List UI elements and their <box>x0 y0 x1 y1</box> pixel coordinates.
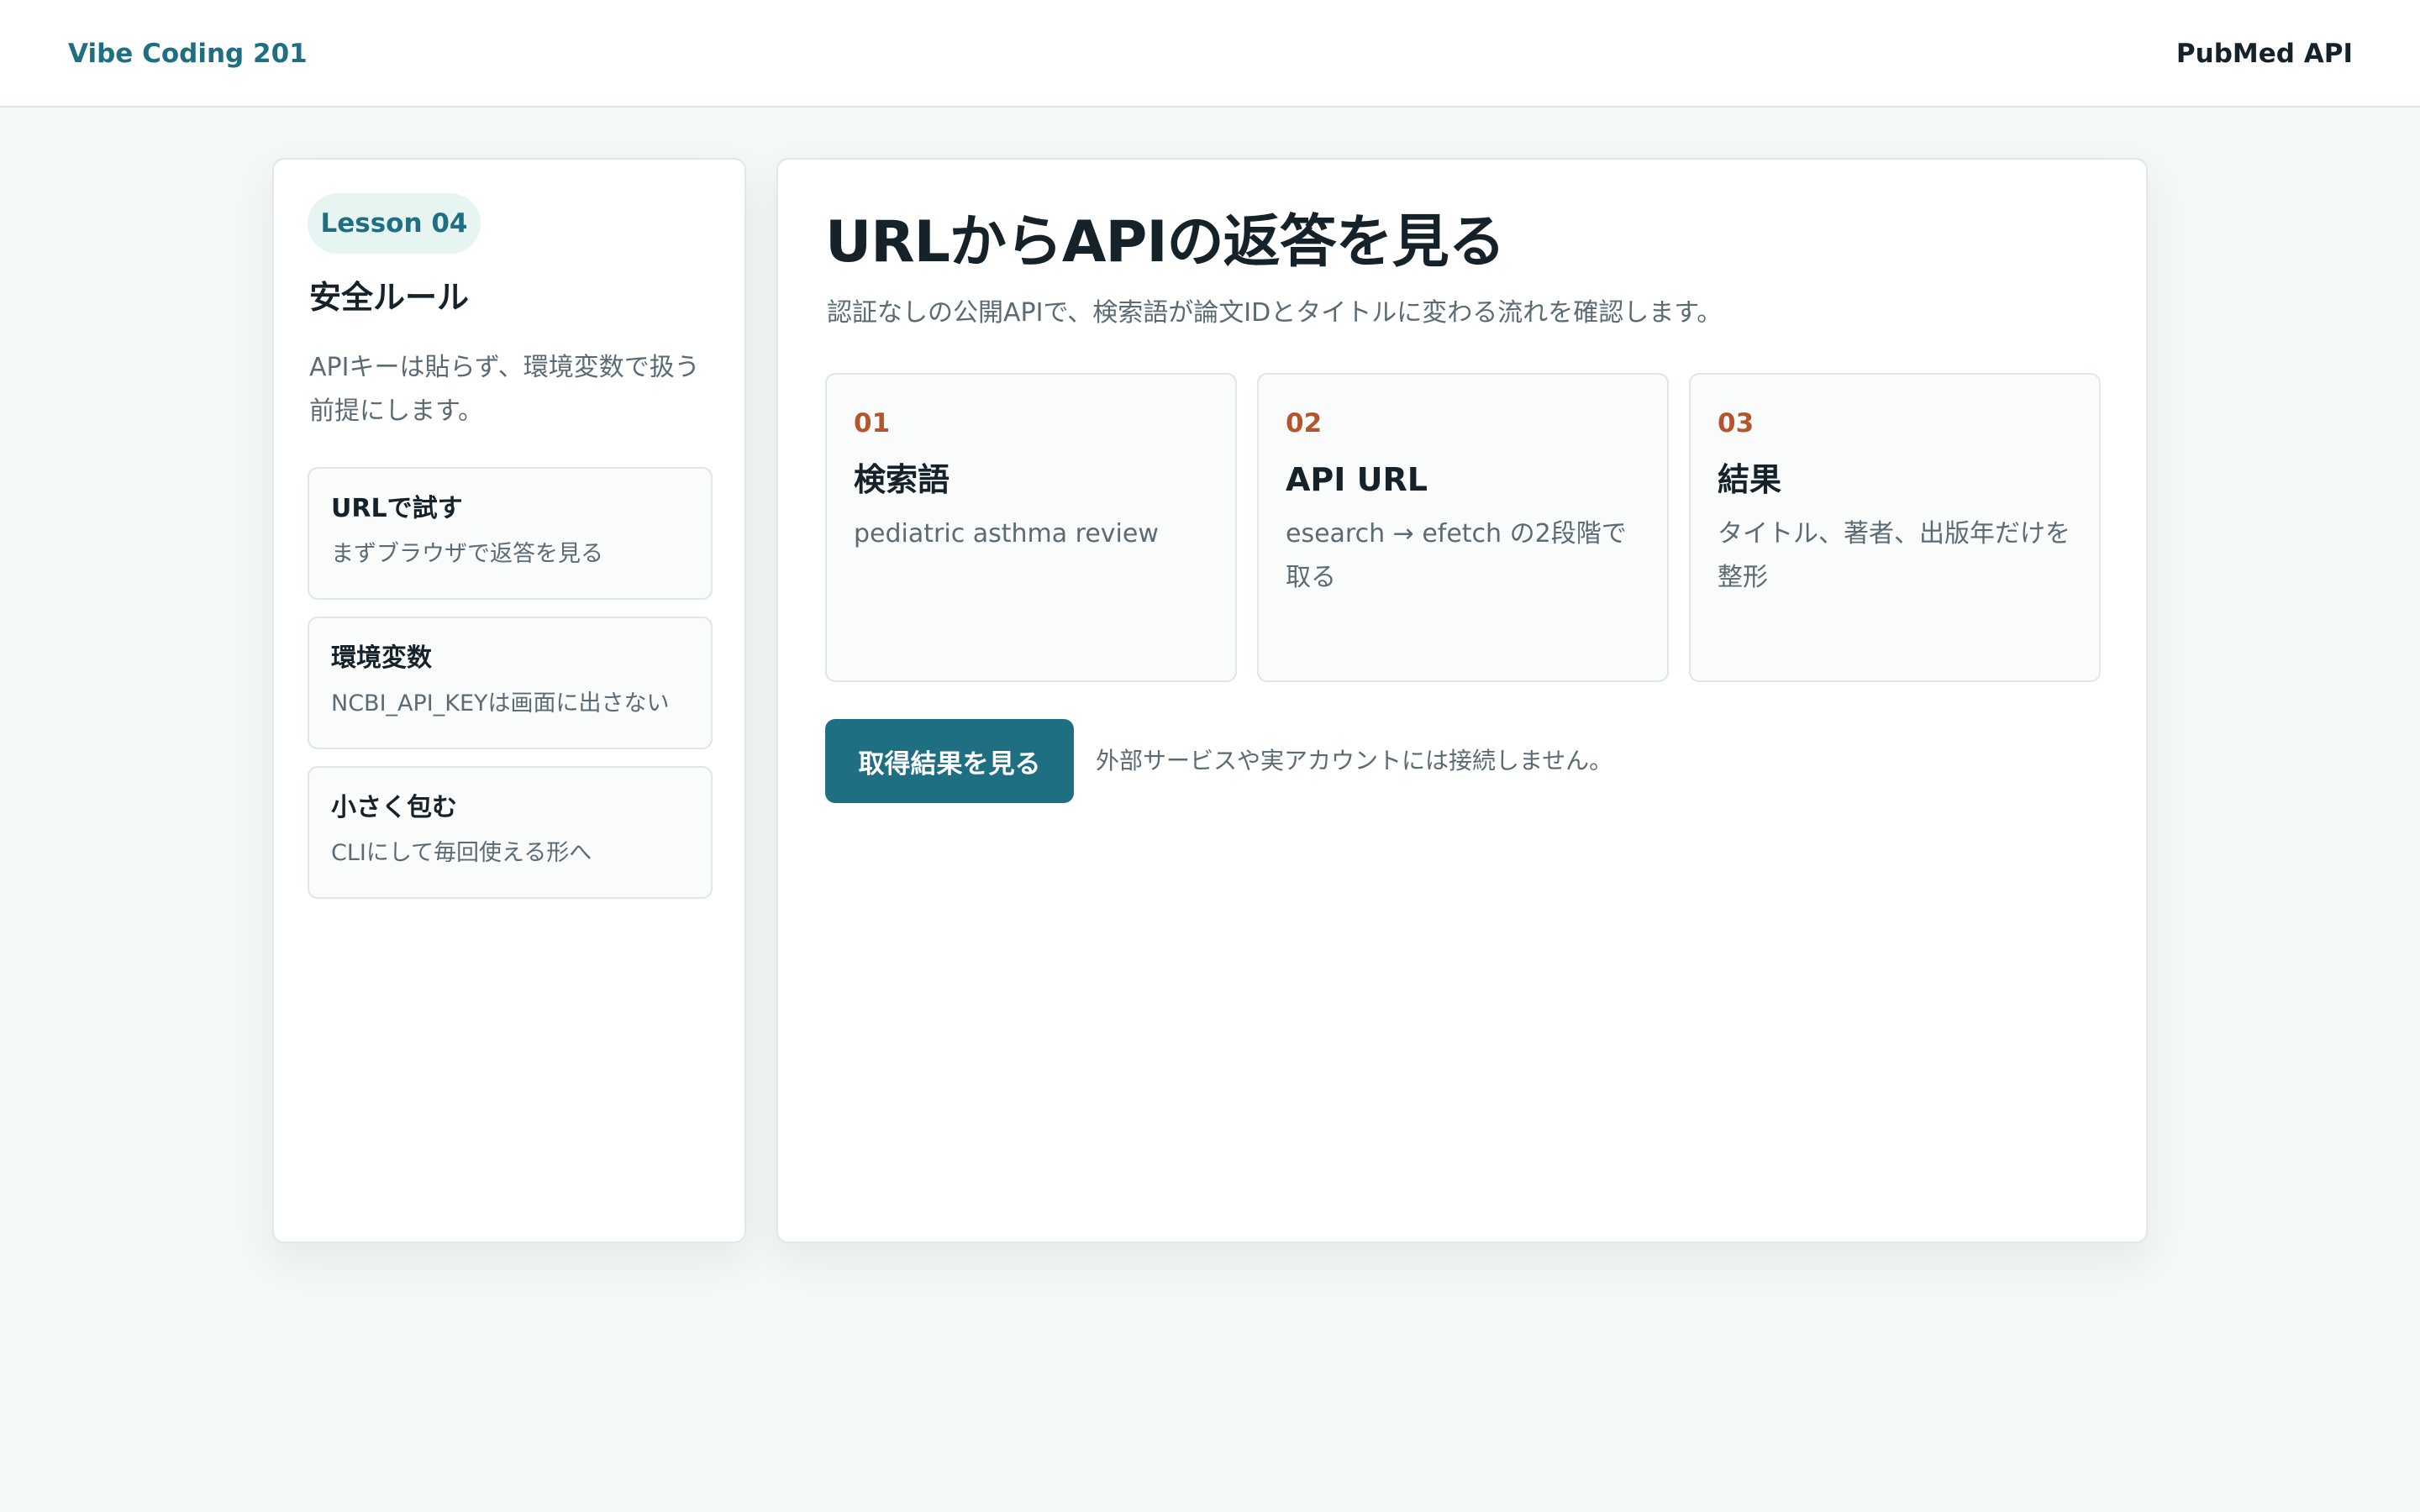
sidebar-item-subtitle: まずブラウザで返答を見る <box>331 541 603 567</box>
lesson-main-panel: URLからAPIの返答を見る 認証なしの公開APIで、検索語が論文IDとタイトル… <box>776 158 2148 1243</box>
step-title: 検索語 <box>854 461 950 498</box>
sidebar-item-title: 小さく包む <box>331 793 457 822</box>
step-card-result: 03 結果 タイトル、著者、出版年だけを整形 <box>1689 373 2101 682</box>
step-title: API URL <box>1286 461 1428 498</box>
sidebar-item-subtitle: CLIにして毎回使える形へ <box>331 840 592 866</box>
sidebar-item-subtitle: NCBI_API_KEYは画面に出さない <box>331 690 670 717</box>
step-title: 結果 <box>1718 461 1782 498</box>
sidebar-item-env-vars[interactable]: 環境変数 NCBI_API_KEYは画面に出さない <box>308 617 713 749</box>
page-subtitle: 認証なしの公開APIで、検索語が論文IDとタイトルに変わる流れを確認します。 <box>827 298 1723 328</box>
topic-title: PubMed API <box>2175 39 2353 69</box>
sidebar-item-wrap-cli[interactable]: 小さく包む CLIにして毎回使える形へ <box>308 766 713 899</box>
action-note: 外部サービスや実アカウントには接続しません。 <box>1096 747 1613 774</box>
step-card-api-url: 02 API URL esearch → efetch の2段階で取る <box>1257 373 1669 682</box>
sidebar-description: APIキーは貼らず、環境変数で扱う前提にします。 <box>309 353 700 426</box>
step-description: タイトル、著者、出版年だけを整形 <box>1718 519 2070 592</box>
brand-logo-text[interactable]: Vibe Coding 201 <box>68 37 308 71</box>
step-card-search-term: 01 検索語 pediatric asthma review <box>825 373 1237 682</box>
lesson-sidebar: Lesson 04 安全ルール APIキーは貼らず、環境変数で扱う前提にします。… <box>272 158 746 1243</box>
sidebar-item-title: URLで試す <box>331 494 463 523</box>
sidebar-item-title: 環境変数 <box>331 643 432 673</box>
view-results-button[interactable]: 取得結果を見る <box>825 719 1074 803</box>
step-number: 02 <box>1286 408 1323 438</box>
top-bar: Vibe Coding 201 PubMed API <box>0 0 2420 108</box>
step-description: esearch → efetch の2段階で取る <box>1286 519 1627 592</box>
step-number: 01 <box>854 408 891 438</box>
page-title: URLからAPIの返答を見る <box>825 209 1506 276</box>
sidebar-title: 安全ルール <box>309 279 470 316</box>
sidebar-item-url-test[interactable]: URLで試す まずブラウザで返答を見る <box>308 467 713 600</box>
step-description: pediatric asthma review <box>854 519 1159 549</box>
step-number: 03 <box>1718 408 1754 438</box>
lesson-badge: Lesson 04 <box>308 193 481 254</box>
